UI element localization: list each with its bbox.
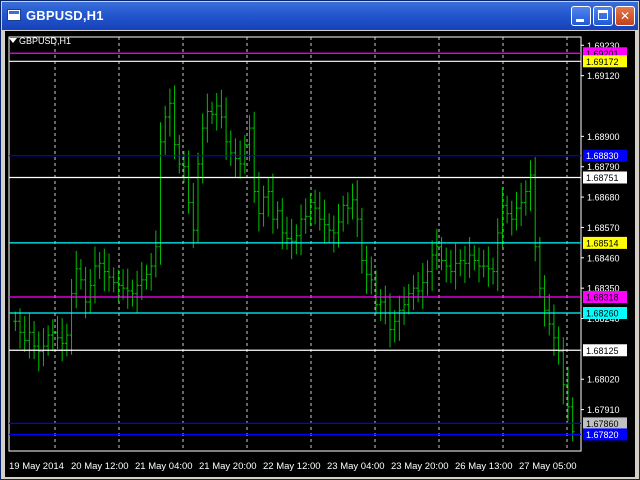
- x-tick-label: 21 May 04:00: [135, 461, 193, 472]
- price-tag-label: 1.68260: [586, 309, 619, 319]
- price-tag-label: 1.68318: [586, 292, 619, 302]
- x-tick-label: 23 May 04:00: [327, 461, 385, 472]
- y-tick-label: 1.68900: [587, 132, 620, 142]
- price-tag-label: 1.68751: [586, 173, 619, 183]
- price-tag-label: 1.69172: [586, 57, 619, 67]
- x-tick-label: 22 May 12:00: [263, 461, 321, 472]
- maximize-icon: [598, 10, 608, 20]
- price-tag-label: 1.68830: [586, 151, 619, 161]
- x-tick-label: 26 May 13:00: [455, 461, 513, 472]
- price-tag-label: 1.68514: [586, 238, 619, 248]
- chart-symbol-label[interactable]: GBPUSD,H1: [9, 36, 71, 46]
- x-tick-label: 27 May 05:00: [519, 461, 577, 472]
- x-tick-label: 20 May 12:00: [71, 461, 129, 472]
- x-tick-label: 23 May 20:00: [391, 461, 449, 472]
- chart-canvas[interactable]: 19 May 2014 20 May 12:00 21 May 04:00 21 Ma…: [5, 31, 635, 477]
- y-tick-label: 1.68460: [587, 253, 620, 263]
- minimize-button[interactable]: [571, 6, 591, 26]
- y-tick-label: 1.68680: [587, 193, 620, 203]
- chart-window: GBPUSD,H1 ✕ 19 May 2014 20 May 12:00 21 Ma…: [0, 0, 640, 480]
- close-icon: ✕: [619, 9, 631, 23]
- maximize-button[interactable]: [593, 6, 613, 26]
- title-bar[interactable]: GBPUSD,H1 ✕: [2, 2, 638, 30]
- x-tick-label: 19 May 2014: [9, 461, 64, 472]
- triangle-down-icon: [9, 38, 17, 43]
- price-chart[interactable]: 19 May 2014 20 May 12:00 21 May 04:00 21 Ma…: [5, 31, 635, 477]
- price-tag-label: 1.67860: [586, 419, 619, 429]
- price-tag-label: 1.68125: [586, 346, 619, 356]
- window-title: GBPUSD,H1: [26, 8, 104, 23]
- y-tick-label: 1.69120: [587, 71, 620, 81]
- y-tick-label: 1.68790: [587, 162, 620, 172]
- plot-frame: [8, 36, 582, 452]
- y-tick-label: 1.67910: [587, 405, 620, 415]
- close-button[interactable]: ✕: [615, 6, 635, 26]
- price-tag-label: 1.67820: [586, 430, 619, 440]
- x-tick-label: 21 May 20:00: [199, 461, 257, 472]
- y-tick-label: 1.68020: [587, 375, 620, 385]
- chart-window-icon[interactable]: [7, 9, 21, 21]
- symbol-text: GBPUSD,H1: [19, 36, 72, 46]
- y-tick-label: 1.68570: [587, 223, 620, 233]
- minimize-icon: [576, 19, 584, 22]
